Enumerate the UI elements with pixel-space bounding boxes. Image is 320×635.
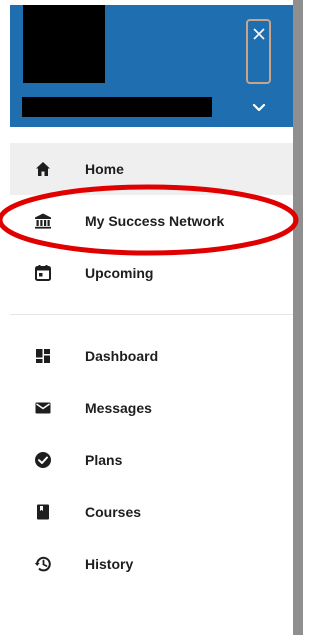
user-name-redacted xyxy=(22,97,212,117)
nav-item-upcoming[interactable]: Upcoming xyxy=(10,247,293,299)
nav-item-label: Home xyxy=(85,161,124,177)
institution-icon xyxy=(35,213,51,229)
nav-item-history[interactable]: History xyxy=(10,538,293,590)
drawer-header xyxy=(10,5,293,127)
nav-item-label: Courses xyxy=(85,504,142,520)
nav-item-label: Messages xyxy=(85,400,152,416)
history-icon xyxy=(34,556,51,572)
nav-item-plans[interactable]: Plans xyxy=(10,434,293,486)
dashboard-icon xyxy=(36,349,50,363)
nav-item-courses[interactable]: Courses xyxy=(10,486,293,538)
overlay-scrim[interactable] xyxy=(293,0,303,635)
nav-item-messages[interactable]: Messages xyxy=(10,382,293,434)
nav-item-label: Dashboard xyxy=(85,348,159,364)
calendar-icon xyxy=(35,265,51,281)
close-icon xyxy=(252,28,265,40)
chevron-down-icon[interactable] xyxy=(250,98,268,116)
book-icon xyxy=(37,504,49,520)
nav-item-label: Upcoming xyxy=(85,265,154,281)
nav-divider xyxy=(10,314,293,315)
navigation-drawer: Home My Success Network Upcoming Dashboa… xyxy=(0,0,293,635)
check-circle-icon xyxy=(35,452,51,468)
close-button[interactable] xyxy=(246,19,271,84)
avatar xyxy=(23,5,105,83)
nav-item-my-success-network[interactable]: My Success Network xyxy=(10,195,293,247)
nav-item-label: My Success Network xyxy=(85,213,225,229)
nav-item-dashboard[interactable]: Dashboard xyxy=(10,330,293,382)
nav-item-label: Plans xyxy=(85,452,123,468)
envelope-icon xyxy=(35,402,51,414)
nav-item-home[interactable]: Home xyxy=(10,143,293,195)
nav-item-label: History xyxy=(85,556,134,572)
home-icon xyxy=(36,162,50,176)
